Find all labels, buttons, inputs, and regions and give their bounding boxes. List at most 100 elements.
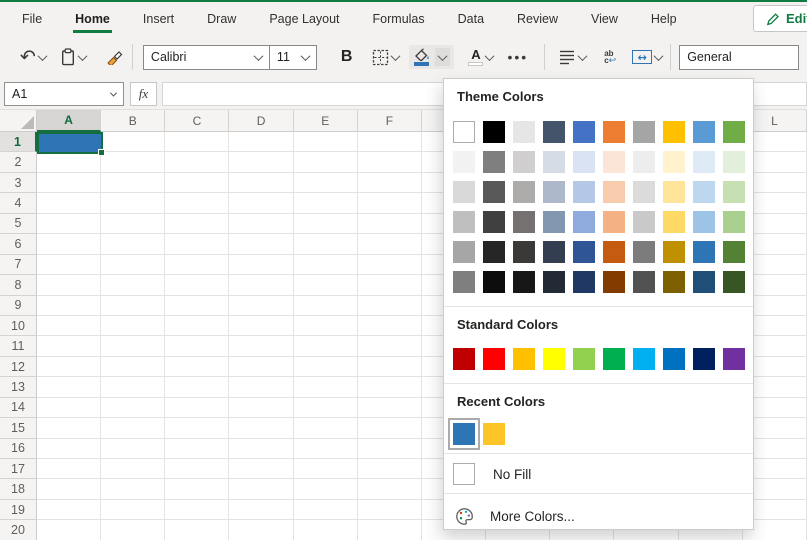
cell-F9[interactable] — [358, 296, 422, 316]
row-header-7[interactable]: 7 — [0, 255, 37, 275]
column-header-F[interactable]: F — [358, 110, 422, 132]
cell-E8[interactable] — [294, 275, 358, 295]
row-header-14[interactable]: 14 — [0, 398, 37, 418]
cell-A9[interactable] — [37, 296, 101, 316]
theme-color-swatch[interactable] — [633, 271, 655, 293]
standard-color-swatch[interactable] — [483, 348, 505, 370]
undo-button[interactable]: ↶ — [20, 48, 46, 67]
theme-color-swatch[interactable] — [573, 241, 595, 263]
merge-center-button[interactable]: ↔ — [632, 50, 662, 64]
theme-color-swatch[interactable] — [603, 211, 625, 233]
theme-color-swatch[interactable] — [633, 181, 655, 203]
cell-B18[interactable] — [101, 479, 165, 499]
row-header-13[interactable]: 13 — [0, 377, 37, 397]
cell-C2[interactable] — [165, 152, 229, 172]
theme-color-swatch[interactable] — [693, 271, 715, 293]
cell-E9[interactable] — [294, 296, 358, 316]
cell-E18[interactable] — [294, 479, 358, 499]
standard-color-swatch[interactable] — [573, 348, 595, 370]
cell-C14[interactable] — [165, 398, 229, 418]
editing-mode-button[interactable]: Editing — [753, 5, 807, 32]
cell-E2[interactable] — [294, 152, 358, 172]
theme-color-swatch[interactable] — [483, 121, 505, 143]
theme-color-swatch[interactable] — [573, 151, 595, 173]
cell-A15[interactable] — [37, 418, 101, 438]
cell-F20[interactable] — [358, 520, 422, 540]
menu-tab-page-layout[interactable]: Page Layout — [269, 2, 339, 36]
select-all-corner[interactable] — [0, 110, 37, 132]
font-color-button[interactable]: A — [468, 49, 493, 66]
theme-color-swatch[interactable] — [483, 211, 505, 233]
theme-color-swatch[interactable] — [573, 121, 595, 143]
cell-E3[interactable] — [294, 173, 358, 193]
theme-color-swatch[interactable] — [603, 271, 625, 293]
theme-color-swatch[interactable] — [483, 151, 505, 173]
cell-D17[interactable] — [229, 459, 293, 479]
row-header-20[interactable]: 20 — [0, 520, 37, 540]
standard-color-swatch[interactable] — [723, 348, 745, 370]
theme-color-swatch[interactable] — [453, 241, 475, 263]
cell-B2[interactable] — [101, 152, 165, 172]
cell-A8[interactable] — [37, 275, 101, 295]
cell-F11[interactable] — [358, 336, 422, 356]
theme-color-swatch[interactable] — [723, 121, 745, 143]
theme-color-swatch[interactable] — [693, 211, 715, 233]
cell-B12[interactable] — [101, 357, 165, 377]
theme-color-swatch[interactable] — [513, 241, 535, 263]
cell-E6[interactable] — [294, 234, 358, 254]
theme-color-swatch[interactable] — [693, 241, 715, 263]
cell-C7[interactable] — [165, 255, 229, 275]
cell-D6[interactable] — [229, 234, 293, 254]
cell-F12[interactable] — [358, 357, 422, 377]
cell-E13[interactable] — [294, 377, 358, 397]
theme-color-swatch[interactable] — [513, 271, 535, 293]
cell-B8[interactable] — [101, 275, 165, 295]
cell-B5[interactable] — [101, 214, 165, 234]
theme-color-swatch[interactable] — [603, 121, 625, 143]
row-header-18[interactable]: 18 — [0, 479, 37, 499]
cell-D11[interactable] — [229, 336, 293, 356]
cell-A17[interactable] — [37, 459, 101, 479]
row-header-1[interactable]: 1 — [0, 132, 37, 152]
cell-C18[interactable] — [165, 479, 229, 499]
cell-D2[interactable] — [229, 152, 293, 172]
theme-color-swatch[interactable] — [513, 211, 535, 233]
cell-F15[interactable] — [358, 418, 422, 438]
theme-color-swatch[interactable] — [603, 151, 625, 173]
theme-color-swatch[interactable] — [543, 241, 565, 263]
theme-color-swatch[interactable] — [543, 121, 565, 143]
theme-color-swatch[interactable] — [723, 271, 745, 293]
alignment-button[interactable] — [559, 49, 586, 65]
cell-E12[interactable] — [294, 357, 358, 377]
cell-A16[interactable] — [37, 439, 101, 459]
standard-color-swatch[interactable] — [693, 348, 715, 370]
row-header-9[interactable]: 9 — [0, 296, 37, 316]
cell-F6[interactable] — [358, 234, 422, 254]
cell-D4[interactable] — [229, 193, 293, 213]
cell-D13[interactable] — [229, 377, 293, 397]
row-header-6[interactable]: 6 — [0, 234, 37, 254]
cell-A5[interactable] — [37, 214, 101, 234]
row-header-15[interactable]: 15 — [0, 418, 37, 438]
cell-B19[interactable] — [101, 500, 165, 520]
cell-F7[interactable] — [358, 255, 422, 275]
theme-color-swatch[interactable] — [543, 181, 565, 203]
cell-A11[interactable] — [37, 336, 101, 356]
cell-A20[interactable] — [37, 520, 101, 540]
theme-color-swatch[interactable] — [723, 151, 745, 173]
cell-B11[interactable] — [101, 336, 165, 356]
recent-color-swatch[interactable] — [453, 423, 475, 445]
cell-F17[interactable] — [358, 459, 422, 479]
cell-B1[interactable] — [101, 132, 165, 152]
row-header-2[interactable]: 2 — [0, 152, 37, 172]
cell-F16[interactable] — [358, 439, 422, 459]
theme-color-swatch[interactable] — [573, 211, 595, 233]
cell-F13[interactable] — [358, 377, 422, 397]
column-header-D[interactable]: D — [229, 110, 293, 132]
cell-E16[interactable] — [294, 439, 358, 459]
wrap-text-button[interactable]: ab c↩ — [604, 50, 616, 64]
theme-color-swatch[interactable] — [633, 151, 655, 173]
format-painter-button[interactable] — [106, 49, 124, 65]
cell-F8[interactable] — [358, 275, 422, 295]
bold-button[interactable]: B — [341, 48, 353, 66]
